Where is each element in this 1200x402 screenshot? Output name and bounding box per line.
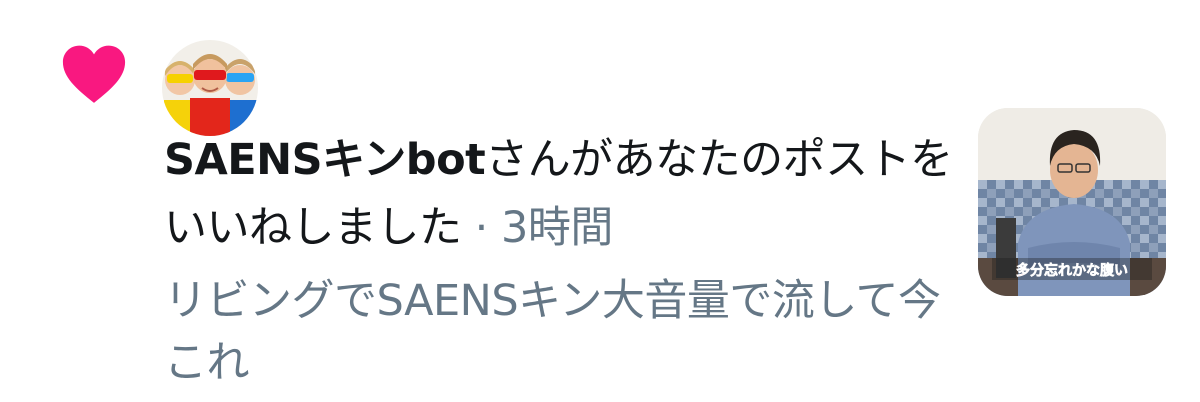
notification-headline: SAENSキンbotさんがあなたのポストをいいねしました · 3時間	[164, 126, 954, 262]
thumbnail-image: 多分忘れかな腹い	[978, 108, 1166, 296]
user-avatar[interactable]	[162, 40, 258, 136]
liked-tweet-text[interactable]: リビングでSAENSキン大音量で流して今これ	[164, 270, 954, 394]
thumbnail-caption: 多分忘れかな腹い	[1016, 262, 1128, 279]
like-notification[interactable]: SAENSキンbotさんがあなたのポストをいいねしました · 3時間 リビングで…	[0, 0, 1200, 402]
user-name-link[interactable]: SAENSキンbot	[164, 135, 486, 185]
avatar-image	[162, 40, 258, 136]
separator-dot: ·	[474, 203, 489, 253]
timestamp[interactable]: 3時間	[501, 203, 613, 253]
heart-icon	[62, 45, 126, 103]
notification-content: SAENSキンbotさんがあなたのポストをいいねしました · 3時間 リビングで…	[164, 126, 954, 394]
media-thumbnail[interactable]: 多分忘れかな腹い	[978, 108, 1166, 296]
